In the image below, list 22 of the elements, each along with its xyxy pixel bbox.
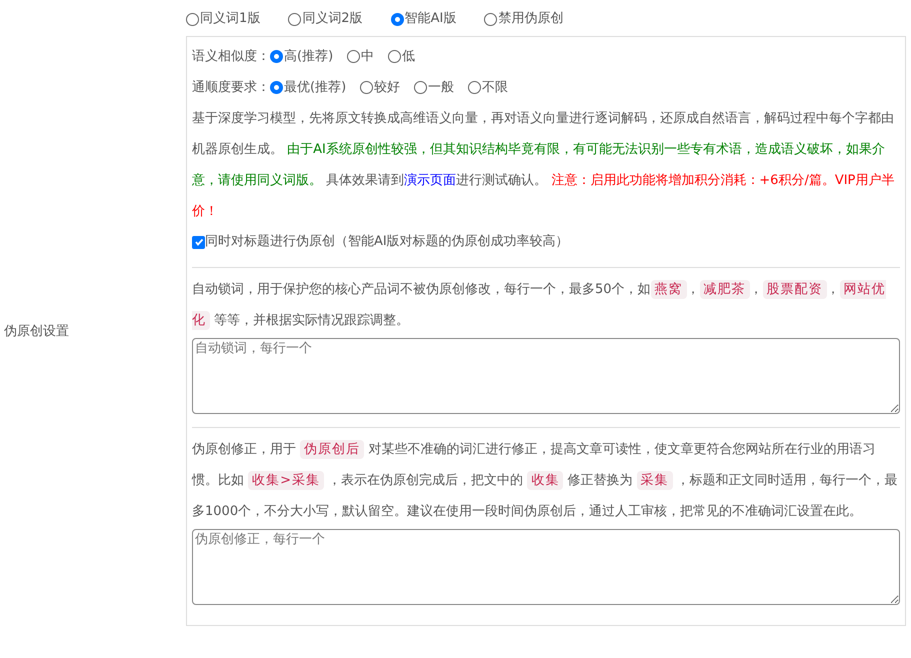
demo-link[interactable]: 演示页面 — [404, 173, 456, 188]
check-icon — [194, 237, 204, 247]
option-radio[interactable]: 较好 — [360, 78, 400, 98]
option-radio[interactable]: 一般 — [414, 78, 454, 98]
option-radio[interactable]: 低 — [388, 46, 416, 66]
option-radio[interactable]: 高(推荐) — [270, 46, 334, 66]
option-label: 语义相似度： — [192, 48, 270, 66]
mode-radio[interactable]: 同义词2版 — [288, 9, 363, 29]
mode-radio[interactable]: 同义词1版 — [186, 9, 260, 29]
corrections-field[interactable]: 伪原创修正，每行一个 — [192, 528, 900, 604]
description-text: 基于深度学习模型，先将原文转换成高维语义向量，再对语义向量进行逐词解码，还原成自然语言，解码过程中每个字都由机器原创生成。 由于AI系统原创性较强，但其知识结构毕竟有限，有可能无法识别一些专有术语，造成语义破坏，如果介意，请使用同义词版。 具体效果请到演示页面进行测试确认。 注意：启用此功能将增加积分消耗：+6积分/篇。VIP用户半价！ — [192, 110, 896, 221]
option-label: 通顺度要求： — [192, 78, 270, 97]
corrections-description: 伪原创修正，用于 伪原创后 对某些不准确的词汇进行修正，提高文章可读性，使文章更符合您网站所在行业的用语习惯。比如 收集>采集 ，表示在伪原创完成后，把文中的 收集 修正替换为 采集 ，标题和正文同时适用，每行一个，最多1000个，不分大小写，默认留空。建议在使用一段时间伪原创后，通过人工审核，把常见的不准确词汇设置在此。 — [192, 438, 899, 520]
mode-radio[interactable]: 智能AI版 — [390, 9, 456, 29]
option-radio[interactable]: 中 — [347, 46, 374, 66]
option-radio[interactable]: 最优(推荐) — [270, 78, 346, 98]
option-radio[interactable]: 不限 — [468, 78, 508, 98]
section-label: 伪原创设置 — [3, 323, 69, 342]
lock-words-field[interactable]: 自动锁词，每行一个 — [192, 338, 900, 414]
mode-radio[interactable]: 禁用伪原创 — [484, 9, 564, 29]
title-checkbox[interactable]: 同时对标题进行伪原创（智能AI版对标题的伪原创成功率较高） — [192, 227, 900, 257]
lock-words-description: 自动锁词，用于保护您的核心产品词不被伪原创修改，每行一个，最多50个，如 燕窝 ， 减肥茶 ， 股票配资 ， 网站优化 等等，并根据实际情况跟踪调整。 — [192, 279, 887, 332]
